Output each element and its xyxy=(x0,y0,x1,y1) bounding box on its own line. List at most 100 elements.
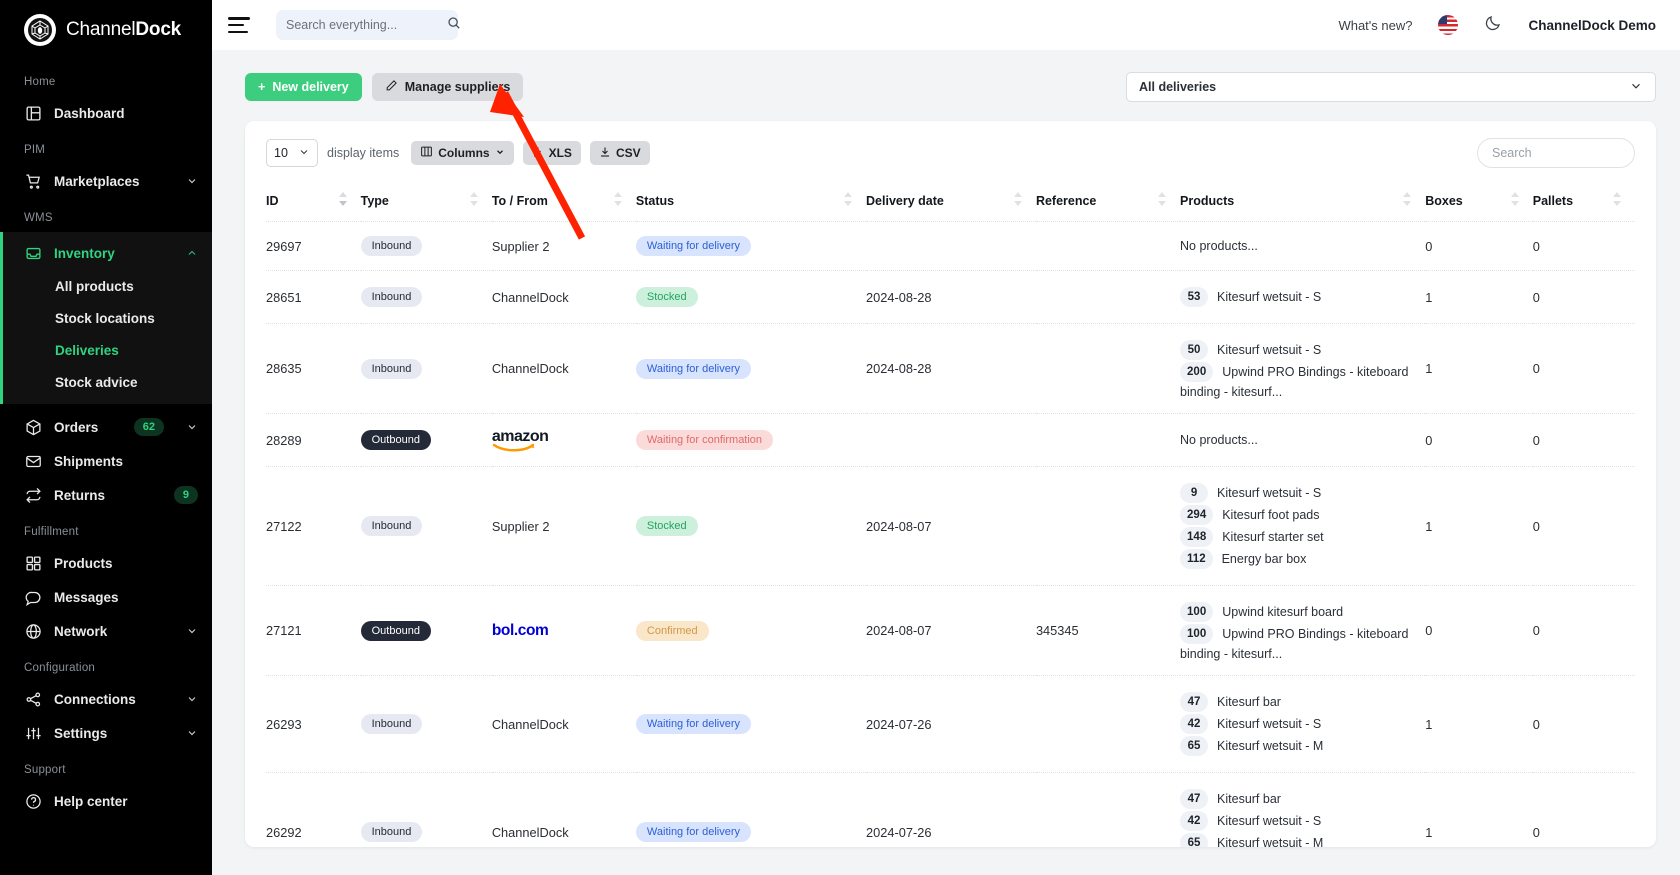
table-row[interactable]: 29697 Inbound Supplier 2 Waiting for delive… xyxy=(266,221,1635,271)
col-header-status[interactable]: Status xyxy=(636,182,866,222)
product-name: Upwind kitesurf board xyxy=(1222,605,1344,619)
table-search[interactable] xyxy=(1477,138,1635,168)
col-header-to-from[interactable]: To / From xyxy=(492,182,636,222)
sidebar-item-settings[interactable]: Settings xyxy=(0,716,212,750)
chevron-up-icon[interactable] xyxy=(186,247,198,259)
menu-toggle-icon[interactable] xyxy=(228,17,250,33)
sidebar-item-marketplaces[interactable]: Marketplaces xyxy=(0,164,212,198)
table-row[interactable]: 26293 Inbound ChannelDock Waiting for deliv… xyxy=(266,675,1635,773)
sidebar-item-orders[interactable]: Orders 62 xyxy=(0,410,212,444)
product-name: Kitesurf wetsuit - S xyxy=(1217,343,1322,357)
product-qty: 42 xyxy=(1180,811,1209,831)
columns-button[interactable]: Columns xyxy=(411,141,514,165)
cell-reference xyxy=(1035,413,1181,467)
delivery-filter-select[interactable]: All deliveries xyxy=(1126,72,1656,102)
table-row[interactable]: 27122 Inbound Supplier 2 Stocked 2024-08-07 9… xyxy=(266,466,1635,586)
col-header-type[interactable]: Type xyxy=(361,182,492,222)
manage-suppliers-button[interactable]: Manage suppliers xyxy=(371,73,524,101)
moon-icon[interactable] xyxy=(1484,14,1502,37)
chevron-down-icon[interactable] xyxy=(186,421,198,433)
cell-reference xyxy=(1035,270,1181,324)
sidebar-item-inventory[interactable]: Inventory xyxy=(3,236,212,270)
table-row[interactable]: 26292 Inbound ChannelDock Waiting for deliv… xyxy=(266,772,1635,847)
table-row[interactable]: 27121 Outbound bol.com Confirmed 2024-08-07 3… xyxy=(266,585,1635,676)
product-name: Kitesurf wetsuit - S xyxy=(1217,486,1322,500)
us-flag-icon[interactable] xyxy=(1438,15,1459,35)
new-delivery-button[interactable]: + New delivery xyxy=(245,73,362,101)
table-row[interactable]: 28289 Outbound amazon Waiting for confirmat… xyxy=(266,413,1635,467)
sidebar-item-label: Orders xyxy=(54,419,99,435)
cell-type: Outbound xyxy=(360,413,492,467)
sidebar-item-shipments[interactable]: Shipments xyxy=(0,444,212,478)
table-row[interactable]: 28635 Inbound ChannelDock Waiting for deliv… xyxy=(266,323,1635,414)
global-search[interactable] xyxy=(276,10,461,40)
columns-icon xyxy=(420,145,433,161)
page-size-select[interactable]: 10 xyxy=(266,139,318,167)
columns-label: Columns xyxy=(438,146,490,160)
type-badge: Outbound xyxy=(360,620,431,641)
sort-icon[interactable] xyxy=(844,192,866,209)
export-xls-button[interactable]: XLS xyxy=(522,141,581,165)
cell-reference xyxy=(1035,772,1181,847)
sort-icon[interactable] xyxy=(1613,192,1635,209)
sidebar-item-messages[interactable]: Messages xyxy=(0,580,212,614)
brand-logo-block[interactable]: ChannelDock xyxy=(0,0,212,62)
sidebar-subitem-label: Deliveries xyxy=(55,342,119,358)
cell-id: 27122 xyxy=(266,466,361,586)
sidebar-subitem-deliveries[interactable]: Deliveries xyxy=(3,334,212,366)
sort-icon[interactable] xyxy=(1403,192,1425,209)
col-header-id[interactable]: ID xyxy=(266,182,361,222)
export-csv-button[interactable]: CSV xyxy=(589,141,650,165)
table-search-input[interactable] xyxy=(1492,146,1620,160)
product-name: Kitesurf bar xyxy=(1217,695,1281,709)
sort-icon[interactable] xyxy=(1013,192,1036,209)
product-overflow-text: binding - kitesurf... xyxy=(1180,385,1283,399)
search-icon xyxy=(447,16,461,35)
sidebar-item-products[interactable]: Products xyxy=(0,546,212,580)
sidebar-item-network[interactable]: Network xyxy=(0,614,212,648)
cell-pallets: 0 xyxy=(1532,323,1635,414)
col-header-reference[interactable]: Reference xyxy=(1036,182,1180,222)
sort-icon[interactable] xyxy=(338,192,361,209)
status-badge: Stocked xyxy=(635,516,698,536)
product-qty: 112 xyxy=(1180,549,1213,569)
chevron-down-icon[interactable] xyxy=(186,693,198,705)
cart-icon xyxy=(24,172,42,190)
cell-delivery-date: 2024-08-07 xyxy=(866,585,1036,676)
sidebar-item-label: Settings xyxy=(54,725,108,741)
sidebar-subitem-stock-locations[interactable]: Stock locations xyxy=(3,302,212,334)
col-header-pallets[interactable]: Pallets xyxy=(1533,182,1635,222)
cell-boxes: 0 xyxy=(1425,221,1533,271)
cell-delivery-date xyxy=(866,221,1036,271)
sidebar-item-help-center[interactable]: Help center xyxy=(0,784,212,818)
search-input[interactable] xyxy=(286,18,447,32)
cell-reference xyxy=(1035,466,1181,586)
chevron-down-icon[interactable] xyxy=(186,727,198,739)
sort-icon[interactable] xyxy=(1510,192,1533,209)
cell-delivery-date: 2024-08-28 xyxy=(866,323,1036,414)
col-header-boxes[interactable]: Boxes xyxy=(1425,182,1533,222)
brand-name-bold: Dock xyxy=(135,19,182,40)
table-row[interactable]: 28651 Inbound ChannelDock Stocked 2024-08-28… xyxy=(266,270,1635,324)
cell-type: Inbound xyxy=(360,221,492,271)
cell-to-from: ChannelDock xyxy=(491,772,636,847)
sidebar-item-connections[interactable]: Connections xyxy=(0,682,212,716)
whats-new-link[interactable]: What's new? xyxy=(1338,18,1412,33)
sort-icon[interactable] xyxy=(613,192,636,209)
sidebar-subitem-all-products[interactable]: All products xyxy=(3,270,212,302)
sidebar-item-returns[interactable]: Returns 9 xyxy=(0,478,212,512)
chevron-down-icon[interactable] xyxy=(186,175,198,187)
user-menu[interactable]: ChannelDock Demo xyxy=(1528,18,1656,33)
cell-id: 28651 xyxy=(266,270,361,324)
sort-icon[interactable] xyxy=(469,192,492,209)
sidebar-subitem-stock-advice[interactable]: Stock advice xyxy=(3,366,212,398)
cell-boxes: 0 xyxy=(1425,585,1533,676)
sidebar-item-dashboard[interactable]: Dashboard xyxy=(0,96,212,130)
col-label: Reference xyxy=(1035,193,1097,208)
sort-icon[interactable] xyxy=(1158,192,1180,209)
brand-name: ChannelDock xyxy=(66,19,181,41)
col-header-delivery-date[interactable]: Delivery date xyxy=(866,182,1036,222)
status-badge: Stocked xyxy=(635,287,698,307)
col-header-products[interactable]: Products xyxy=(1180,182,1425,222)
chevron-down-icon[interactable] xyxy=(186,625,198,637)
